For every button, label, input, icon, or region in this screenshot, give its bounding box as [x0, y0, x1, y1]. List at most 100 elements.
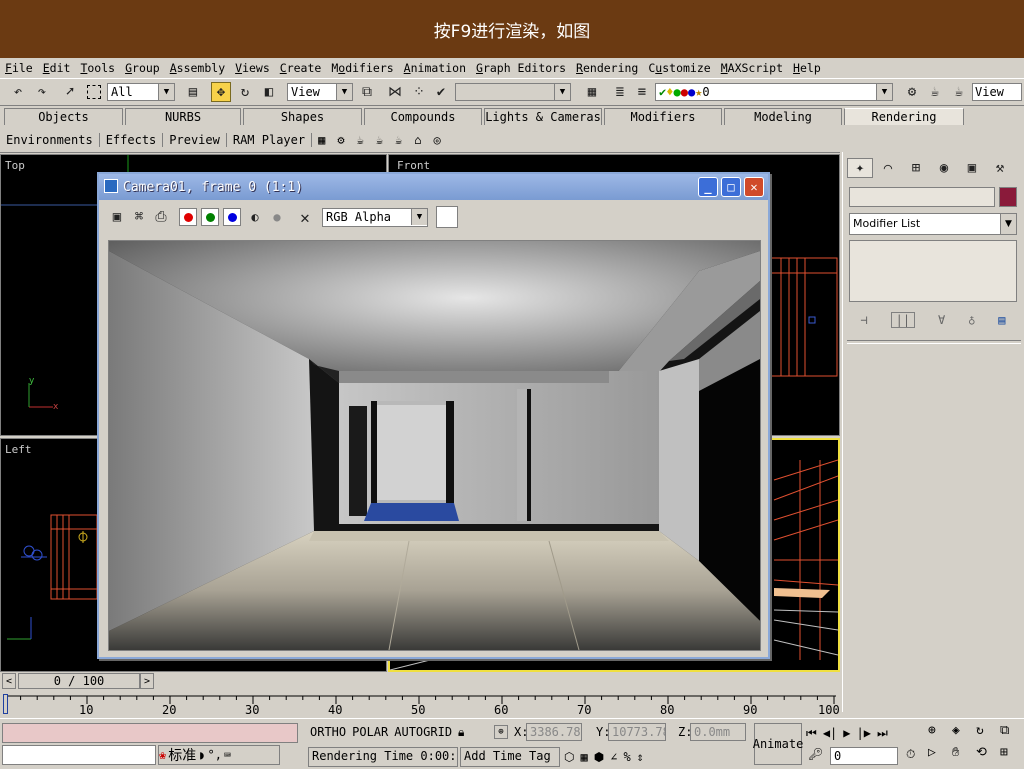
angle-snap-icon[interactable]: ∠: [610, 750, 617, 764]
green-channel-toggle[interactable]: [201, 208, 219, 226]
object-color-swatch[interactable]: [999, 187, 1017, 207]
menu-edit[interactable]: Edit: [38, 61, 76, 75]
field-of-view-icon[interactable]: ▷: [928, 745, 950, 765]
schematic-icon[interactable]: ⚙: [902, 82, 922, 102]
redo-icon[interactable]: ↷: [32, 82, 52, 102]
modifier-stack[interactable]: [849, 240, 1017, 302]
ime-toolbar[interactable]: ❀ 标准 ◗ °, ⌨: [158, 745, 280, 765]
reference-coordinate-dropdown[interactable]: View ▼: [287, 83, 353, 101]
add-time-tag-button[interactable]: Add Time Tag: [460, 747, 560, 767]
snap-cube-icon[interactable]: ⬢: [594, 750, 604, 764]
ime-punct-icon[interactable]: °,: [207, 748, 221, 762]
ime-keyboard-icon[interactable]: ⌨: [224, 748, 231, 762]
min-max-toggle-icon[interactable]: ⊞: [1000, 745, 1022, 765]
pin-stack-icon[interactable]: ⊣: [860, 313, 867, 327]
track-bar[interactable]: 10 20 30 40 50 60 70 80 90 100: [0, 690, 840, 718]
absolute-mode-icon[interactable]: ⊕: [494, 725, 508, 739]
configure-modifier-sets-icon[interactable]: ▤: [998, 313, 1005, 327]
goto-start-icon[interactable]: ⏮: [806, 726, 817, 741]
arc-rotate-icon[interactable]: ↻: [976, 723, 998, 743]
maxscript-listener-mini[interactable]: [2, 723, 298, 743]
menu-animation[interactable]: Animation: [399, 61, 471, 75]
maximize-viewport-icon[interactable]: ⧉: [1000, 723, 1022, 743]
tab-modifiers[interactable]: Modifiers: [604, 108, 722, 125]
ortho-toggle[interactable]: ORTHO: [310, 725, 346, 739]
time-config-icon[interactable]: ⏱: [906, 747, 915, 762]
render-window-titlebar[interactable]: Camera01, frame 0 (1:1) _ □ ✕: [99, 174, 768, 200]
environments-button[interactable]: Environments: [0, 132, 100, 147]
snap-grid-icon[interactable]: ▦: [580, 750, 587, 764]
tab-modeling[interactable]: Modeling: [724, 108, 842, 125]
menu-maxscript[interactable]: MAXScript: [716, 61, 788, 75]
percent-snap-icon[interactable]: %: [623, 750, 630, 764]
menu-views[interactable]: Views: [230, 61, 275, 75]
quick-render-icon[interactable]: ☕: [949, 82, 969, 102]
selection-lock-icon[interactable]: 🔒︎: [458, 725, 464, 740]
render-scene-icon[interactable]: ☕: [925, 82, 945, 102]
render-view-dropdown[interactable]: View: [972, 83, 1022, 101]
alpha-channel-icon[interactable]: ◐: [245, 207, 265, 227]
minimize-icon[interactable]: _: [698, 177, 718, 197]
tab-rendering[interactable]: Rendering: [844, 108, 964, 125]
motion-tab-icon[interactable]: ◉: [931, 158, 957, 178]
autogrid-toggle[interactable]: AUTOGRID: [394, 725, 452, 739]
save-bitmap-icon[interactable]: ▣: [107, 207, 127, 227]
z-coord-field[interactable]: 0.0mm: [690, 723, 746, 741]
pivot-center-icon[interactable]: ⧉: [357, 82, 377, 102]
remove-modifier-icon[interactable]: ♁: [968, 313, 975, 327]
close-icon[interactable]: ✕: [744, 177, 764, 197]
align-icon[interactable]: ✔: [431, 82, 451, 102]
make-unique-icon[interactable]: ∀: [938, 313, 945, 327]
snap-3d-icon[interactable]: ⬡: [564, 750, 574, 764]
ram-player-button[interactable]: RAM Player: [227, 132, 313, 147]
hierarchy-tab-icon[interactable]: ⊞: [903, 158, 929, 178]
preview-button[interactable]: Preview: [163, 132, 227, 147]
show-end-result-icon[interactable]: ||: [890, 312, 916, 328]
select-rotate-icon[interactable]: ↻: [235, 82, 255, 102]
menu-help[interactable]: Help: [788, 61, 826, 75]
time-slider-thumb[interactable]: 0 / 100: [18, 673, 140, 689]
animate-button[interactable]: Animate: [753, 723, 803, 765]
zoom-icon[interactable]: ⊕: [928, 723, 950, 743]
render-region-icon[interactable]: ☕: [370, 133, 389, 147]
next-frame-arrow-icon[interactable]: >: [140, 673, 154, 689]
play-icon[interactable]: ▶: [843, 726, 850, 740]
render-scene-icon-2[interactable]: ☕: [351, 133, 370, 147]
menu-rendering[interactable]: Rendering: [571, 61, 643, 75]
zoom-all-icon[interactable]: ◈: [952, 723, 974, 743]
spinner-snap-icon[interactable]: ⇕: [637, 750, 644, 764]
ime-mode-label[interactable]: 标准: [168, 745, 196, 765]
orbit-icon[interactable]: ⟲: [976, 745, 998, 765]
channel-display-dropdown[interactable]: RGB Alpha ▼: [322, 208, 428, 227]
select-scale-icon[interactable]: ◧: [259, 82, 279, 102]
current-frame-field[interactable]: 0: [830, 747, 898, 765]
current-frame-marker[interactable]: [3, 694, 8, 714]
undo-icon[interactable]: ↶: [8, 82, 28, 102]
create-tab-icon[interactable]: ✦: [847, 158, 873, 178]
layer-manager-icon[interactable]: ≡: [632, 82, 652, 102]
maxscript-input[interactable]: [2, 745, 156, 765]
x-coord-field[interactable]: 3386.78m: [526, 723, 582, 741]
select-region-icon[interactable]: [84, 82, 104, 102]
menu-assembly[interactable]: Assembly: [165, 61, 230, 75]
select-move-icon[interactable]: ✥: [211, 82, 231, 102]
mirror-icon[interactable]: ⋈: [385, 82, 405, 102]
effects-button[interactable]: Effects: [100, 132, 164, 147]
next-key-icon[interactable]: |▶: [857, 726, 871, 740]
tab-compounds[interactable]: Compounds: [364, 108, 482, 125]
material-editor-icon[interactable]: ◎: [428, 133, 447, 147]
selection-filter-dropdown[interactable]: All ▼: [107, 83, 175, 101]
named-selection-dropdown[interactable]: ▼: [455, 83, 571, 101]
menu-customize[interactable]: Customize: [643, 61, 715, 75]
checker-icon[interactable]: ▦: [312, 133, 331, 147]
menu-file[interactable]: File: [0, 61, 38, 75]
menu-modifiers[interactable]: Modifiers: [326, 61, 398, 75]
layer-dropdown[interactable]: ✔♦●●●★0 ▼: [655, 83, 893, 101]
y-coord-field[interactable]: 10773.78: [608, 723, 666, 741]
menu-create[interactable]: Create: [275, 61, 327, 75]
modify-tab-icon[interactable]: ⌒: [875, 158, 901, 178]
tab-nurbs[interactable]: NURBS: [125, 108, 241, 125]
layers-icon[interactable]: ≣: [610, 82, 630, 102]
menu-graph-editors[interactable]: Graph Editors: [471, 61, 571, 75]
polar-toggle[interactable]: POLAR: [352, 725, 388, 739]
